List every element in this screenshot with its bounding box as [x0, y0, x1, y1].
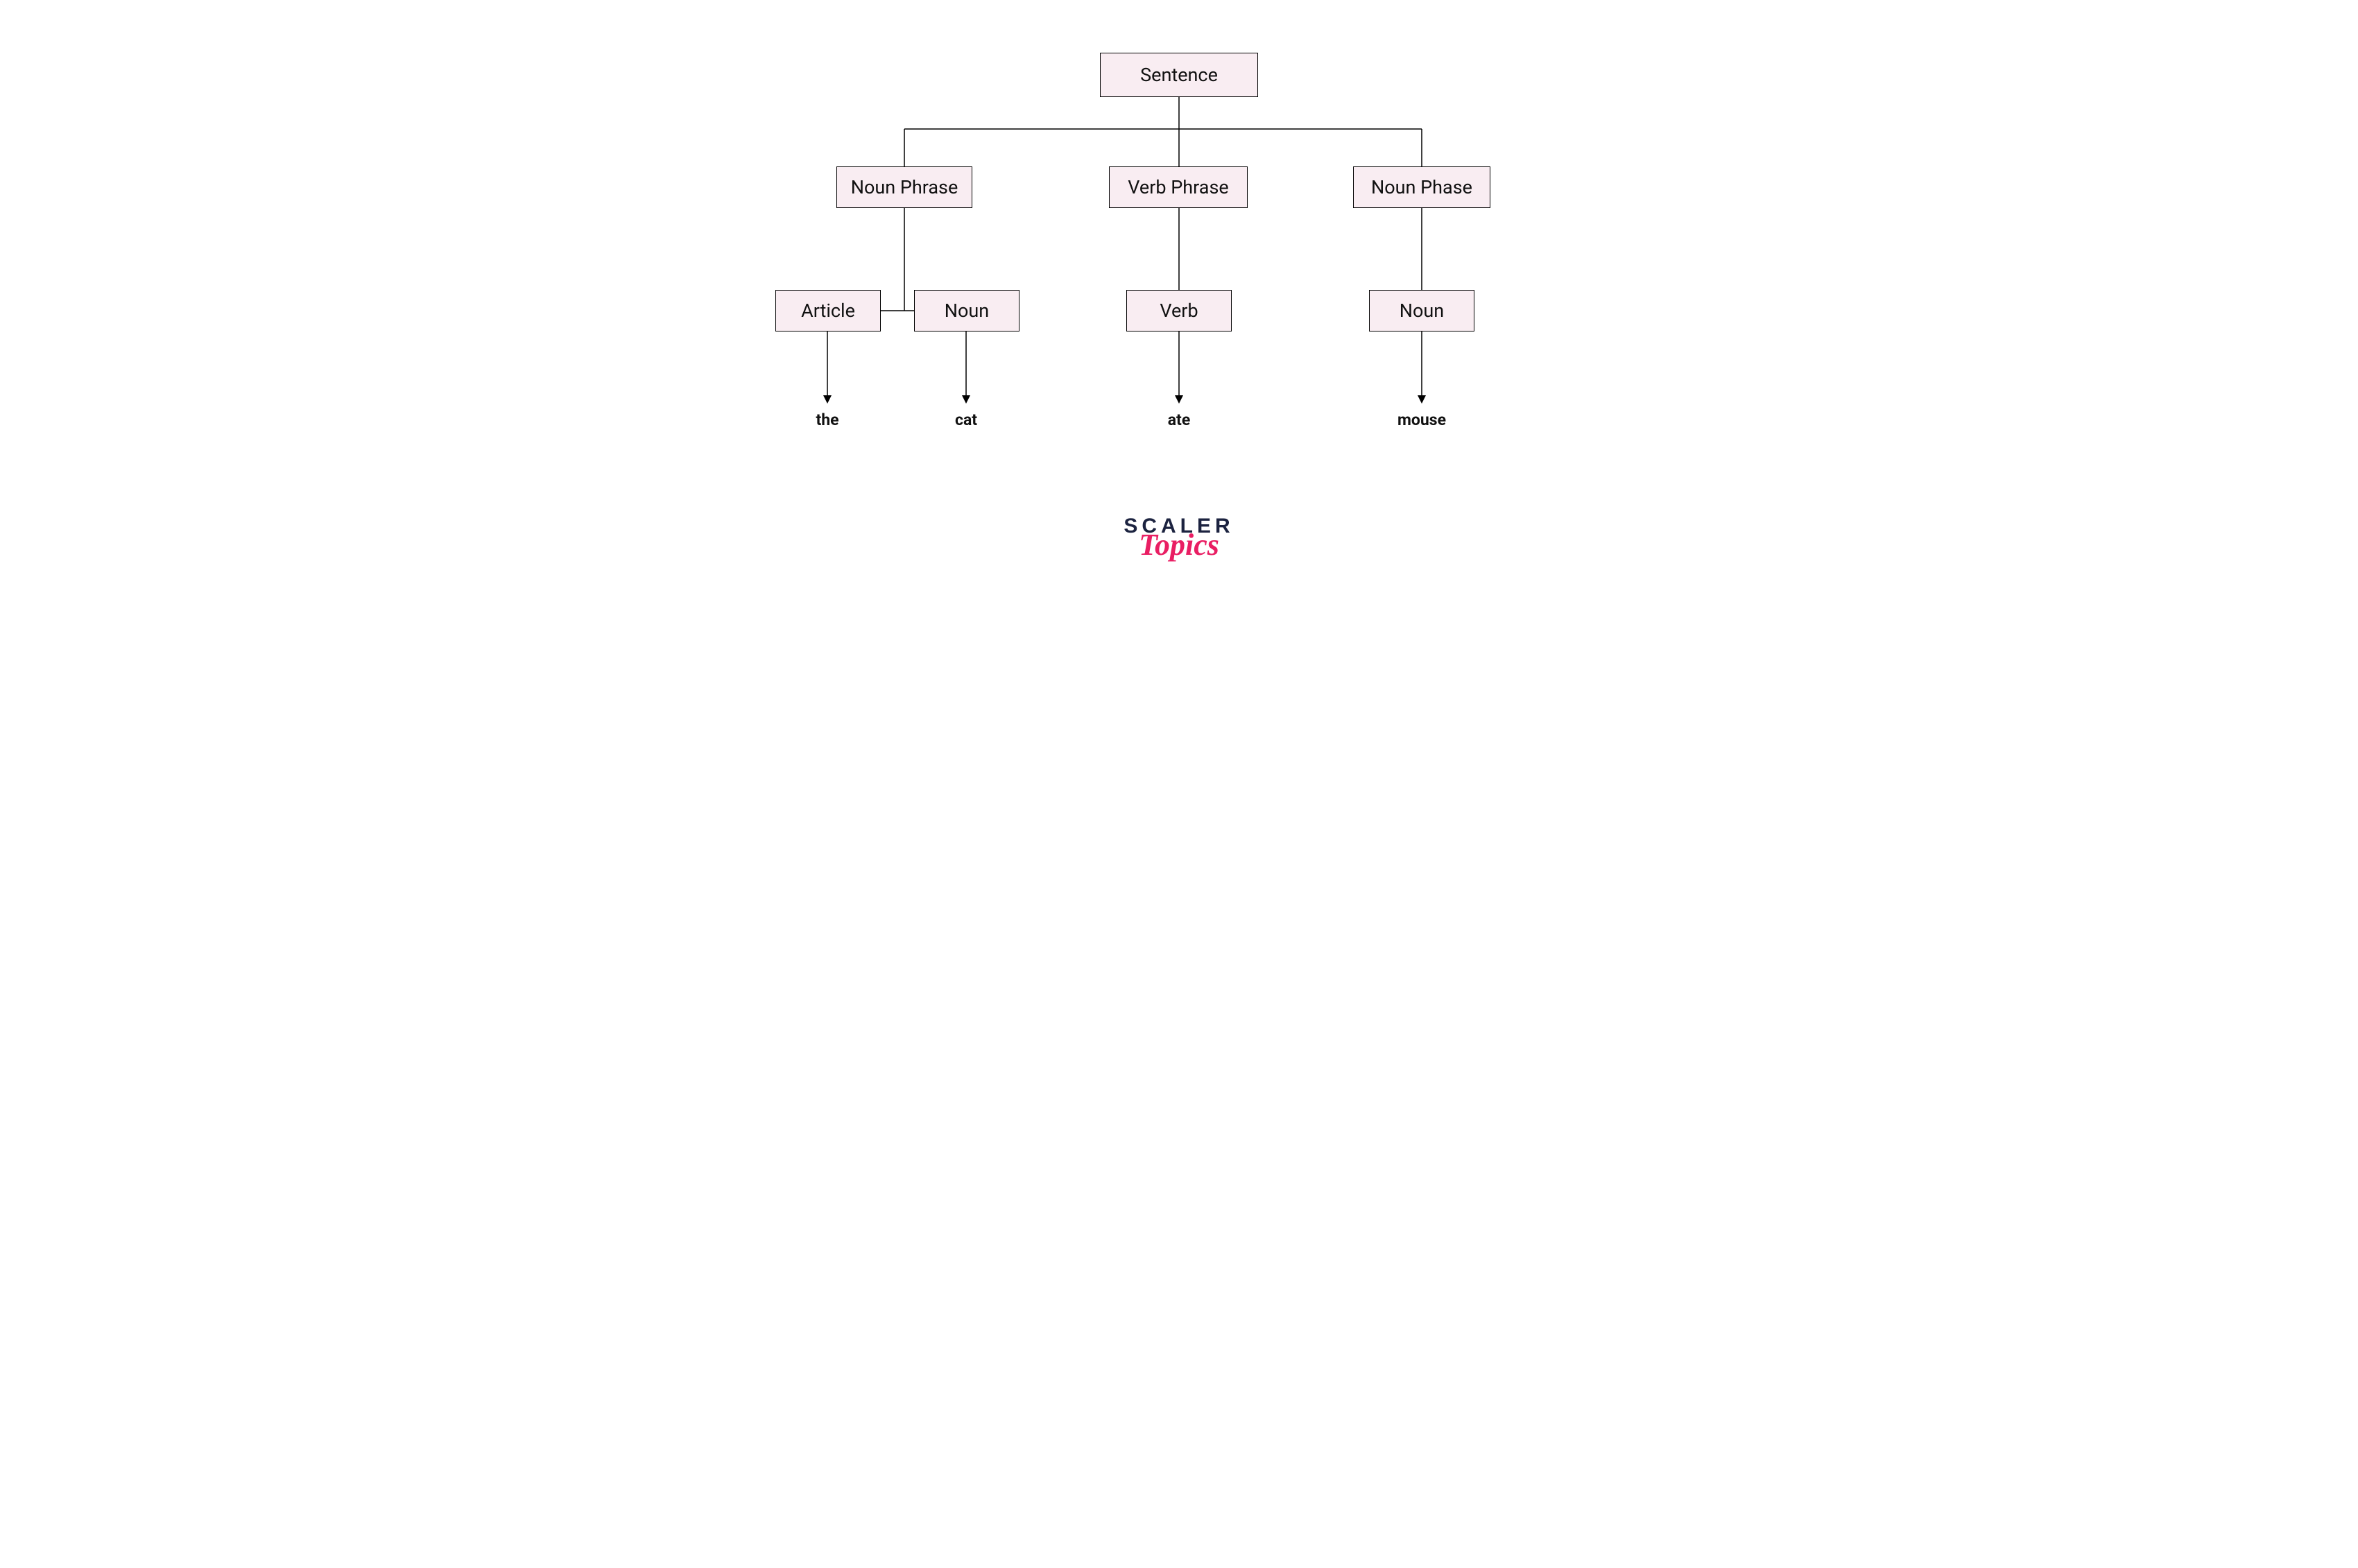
leaf-cat-text: cat: [955, 411, 977, 429]
node-vp-label: Verb Phrase: [1128, 176, 1228, 198]
node-verb-label: Verb: [1160, 300, 1198, 322]
leaf-mouse: mouse: [1397, 411, 1446, 429]
node-verb: Verb: [1126, 290, 1232, 331]
leaf-ate-text: ate: [1168, 411, 1191, 429]
node-noun-1: Noun: [914, 290, 1019, 331]
logo-line2: Topics: [1124, 527, 1234, 562]
node-np1-label: Noun Phrase: [851, 176, 958, 198]
leaf-the: the: [816, 411, 838, 429]
node-noun1-label: Noun: [945, 300, 989, 322]
node-noun-phrase-1: Noun Phrase: [836, 166, 972, 208]
node-noun-2: Noun: [1369, 290, 1474, 331]
node-noun2-label: Noun: [1400, 300, 1444, 322]
node-verb-phrase: Verb Phrase: [1109, 166, 1248, 208]
node-sentence: Sentence: [1100, 53, 1258, 97]
leaf-ate: ate: [1168, 411, 1191, 429]
node-np2-label: Noun Phase: [1371, 176, 1472, 198]
node-sentence-label: Sentence: [1140, 64, 1218, 86]
node-article-label: Article: [801, 300, 855, 322]
leaf-mouse-text: mouse: [1397, 411, 1446, 429]
leaf-the-text: the: [816, 411, 838, 429]
node-noun-phase-2: Noun Phase: [1353, 166, 1490, 208]
parse-tree-diagram: Sentence Noun Phrase Verb Phrase Noun Ph…: [707, 0, 1651, 628]
node-article: Article: [775, 290, 881, 331]
leaf-cat: cat: [955, 411, 977, 429]
scaler-topics-logo: SCALER Topics: [1124, 515, 1234, 562]
